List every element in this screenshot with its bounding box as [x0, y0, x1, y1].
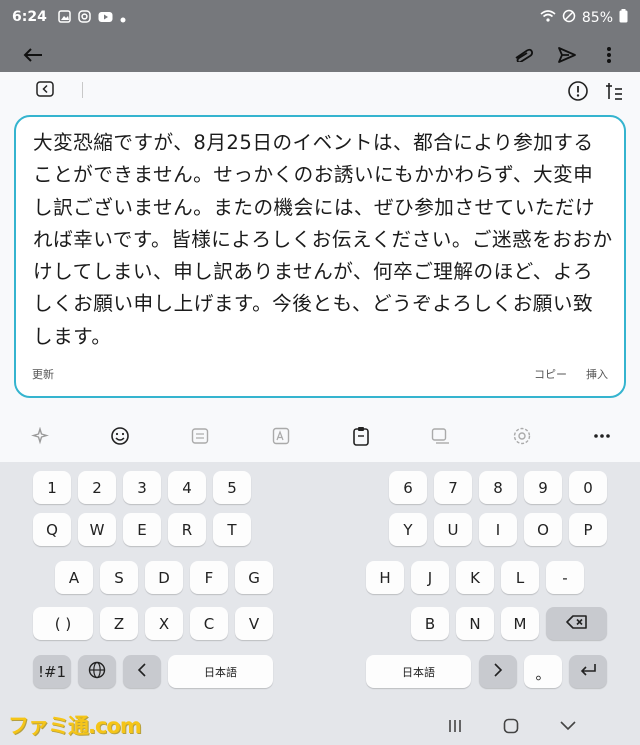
key-z[interactable]: Z [100, 607, 138, 640]
copy-button[interactable]: コピー [534, 366, 567, 382]
key-l[interactable]: L [501, 561, 539, 594]
globe-icon [88, 661, 106, 683]
space-key-left[interactable]: 日本語 [168, 655, 273, 688]
nav-back-icon[interactable] [556, 714, 580, 738]
key-hyphen[interactable]: - [546, 561, 584, 594]
key-o[interactable]: O [524, 513, 562, 546]
key-v[interactable]: V [235, 607, 273, 640]
compose-text[interactable]: 大変恐縮ですが、8月25日のイベントは、都合により参加することができません。せっ… [33, 127, 613, 353]
battery-percent: 85% [581, 10, 613, 26]
compose-toolbar [0, 72, 640, 110]
key-h[interactable]: H [366, 561, 404, 594]
key-9[interactable]: 9 [524, 471, 562, 504]
app-bar [0, 36, 640, 72]
key-5[interactable]: 5 [213, 471, 251, 504]
sparkle-icon[interactable] [27, 423, 53, 449]
more-vert-icon[interactable] [596, 42, 622, 68]
key-e[interactable]: E [123, 513, 161, 546]
battery-icon [619, 9, 628, 27]
key-i[interactable]: I [479, 513, 517, 546]
key-b[interactable]: B [411, 607, 449, 640]
key-t[interactable]: T [213, 513, 251, 546]
key-4[interactable]: 4 [168, 471, 206, 504]
key-s[interactable]: S [100, 561, 138, 594]
refresh-button[interactable]: 更新 [32, 366, 54, 382]
enter-icon [579, 662, 597, 682]
key-q[interactable]: Q [33, 513, 71, 546]
keyboard-mode-icon[interactable] [187, 423, 213, 449]
cursor-left-key[interactable] [123, 655, 161, 688]
key-parentheses[interactable]: ( ) [33, 607, 93, 640]
enter-key[interactable] [569, 655, 607, 688]
globe-key[interactable] [78, 655, 116, 688]
settings-icon[interactable] [509, 423, 535, 449]
dot-notification-icon [120, 11, 126, 27]
chevron-right-icon [493, 662, 503, 682]
key-u[interactable]: U [434, 513, 472, 546]
key-j[interactable]: J [411, 561, 449, 594]
more-horiz-icon[interactable] [589, 423, 615, 449]
punctuation-key[interactable]: 。 [524, 655, 562, 688]
home-icon[interactable] [499, 714, 523, 738]
key-m[interactable]: M [501, 607, 539, 640]
tune-icon[interactable] [604, 81, 624, 105]
key-7[interactable]: 7 [434, 471, 472, 504]
toolbar-divider [82, 82, 83, 98]
key-8[interactable]: 8 [479, 471, 517, 504]
status-time: 6:24 [12, 9, 47, 25]
key-x[interactable]: X [145, 607, 183, 640]
key-f[interactable]: F [190, 561, 228, 594]
compose-text-card[interactable]: 大変恐縮ですが、8月25日のイベントは、都合により参加することができません。せっ… [14, 115, 626, 398]
dnd-icon [562, 9, 576, 27]
backspace-icon [565, 614, 588, 634]
key-1[interactable]: 1 [33, 471, 71, 504]
key-c[interactable]: C [190, 607, 228, 640]
symbols-key[interactable]: !#1 [33, 655, 71, 688]
key-3[interactable]: 3 [123, 471, 161, 504]
key-r[interactable]: R [168, 513, 206, 546]
key-p[interactable]: P [569, 513, 607, 546]
chevron-left-icon [137, 662, 147, 682]
cursor-right-key[interactable] [479, 655, 517, 688]
key-k[interactable]: K [456, 561, 494, 594]
instagram-notification-icon [78, 10, 91, 27]
translate-icon[interactable] [268, 423, 294, 449]
watermark: ファミ通.com [8, 714, 142, 738]
key-2[interactable]: 2 [78, 471, 116, 504]
key-0[interactable]: 0 [569, 471, 607, 504]
key-y[interactable]: Y [389, 513, 427, 546]
space-key-right[interactable]: 日本語 [366, 655, 471, 688]
one-hand-icon[interactable] [428, 423, 454, 449]
youtube-notification-icon [98, 11, 113, 27]
key-g[interactable]: G [235, 561, 273, 594]
keyboard: 1 2 3 4 5 6 7 8 9 0 Q W E R T Y U I O P … [0, 462, 640, 707]
key-6[interactable]: 6 [389, 471, 427, 504]
wifi-icon [540, 9, 556, 27]
keyboard-toolbar [0, 410, 640, 462]
backspace-key[interactable] [546, 607, 607, 640]
attach-icon[interactable] [510, 42, 536, 68]
key-w[interactable]: W [78, 513, 116, 546]
recent-apps-icon[interactable] [443, 714, 467, 738]
emoji-icon[interactable] [107, 423, 133, 449]
notification-icons [58, 10, 126, 27]
panel-left-icon[interactable] [36, 81, 54, 101]
clipboard-icon[interactable] [348, 423, 374, 449]
insert-button[interactable]: 挿入 [586, 366, 608, 382]
back-arrow-icon[interactable] [20, 42, 46, 68]
key-d[interactable]: D [145, 561, 183, 594]
info-circle-icon[interactable] [567, 80, 589, 106]
key-n[interactable]: N [456, 607, 494, 640]
send-icon[interactable] [554, 42, 580, 68]
gallery-notification-icon [58, 10, 71, 27]
status-bar: 6:24 85% [0, 0, 640, 36]
key-a[interactable]: A [55, 561, 93, 594]
